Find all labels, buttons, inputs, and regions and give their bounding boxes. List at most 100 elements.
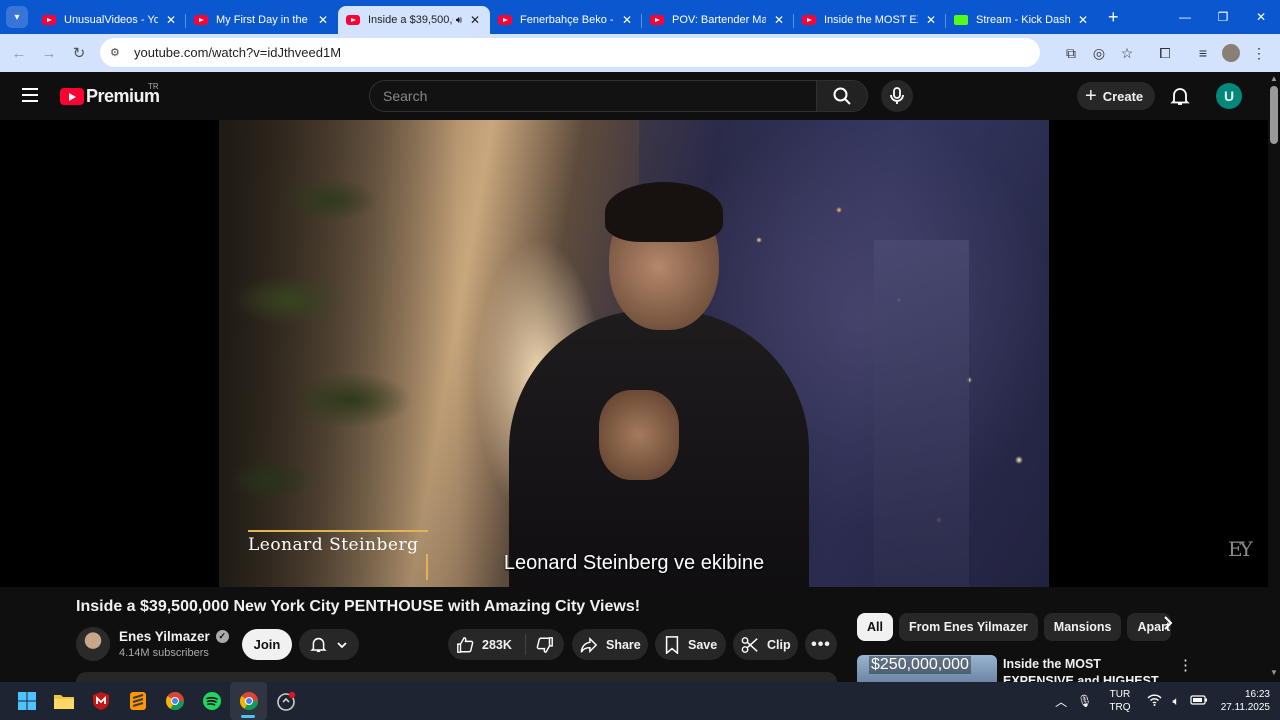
close-icon[interactable]: ✕ <box>1076 13 1090 27</box>
channel-avatar[interactable] <box>76 627 110 661</box>
file-explorer-icon[interactable] <box>45 682 82 720</box>
search-input[interactable] <box>370 81 816 111</box>
reload-icon[interactable]: ↻ <box>64 44 94 62</box>
recommended-title[interactable]: Inside the MOST EXPENSIVE and HIGHEST Pe… <box>1003 656 1163 682</box>
scroll-up-icon[interactable]: ▲ <box>1270 74 1278 83</box>
restore-icon[interactable]: ❐ <box>1204 0 1242 34</box>
chevron-right-icon[interactable] <box>1163 616 1173 635</box>
system-tray: ︿ 🎙︎ TUR TRQ 🔈︎ 16:23 27.11.2025 <box>1050 682 1270 720</box>
close-window-icon[interactable]: ✕ <box>1242 0 1280 34</box>
spotify-icon[interactable] <box>193 682 230 720</box>
youtube-icon <box>650 15 664 25</box>
channel-watermark[interactable]: EY <box>1228 537 1253 561</box>
search-button[interactable] <box>816 80 868 112</box>
browser-tab-active[interactable]: Inside a $39,500,0 🔊︎ ✕ <box>338 6 490 34</box>
clock[interactable]: 16:23 27.11.2025 <box>1221 688 1270 714</box>
page-scrollbar[interactable]: ▲ ▼ <box>1268 72 1280 682</box>
browser-tab-strip: ▾ UnusualVideos - You ✕ My First Day in … <box>0 0 1280 34</box>
more-actions-icon[interactable]: ••• <box>805 629 837 660</box>
skyscraper <box>874 240 969 587</box>
scrollbar-thumb[interactable] <box>1270 86 1278 144</box>
minimize-icon[interactable]: — <box>1166 0 1204 34</box>
share-button[interactable]: Share <box>572 629 648 660</box>
close-icon[interactable]: ✕ <box>924 13 938 27</box>
related-filter-chips: All From Enes Yilmazer Mansions Apartmen… <box>857 613 1177 641</box>
chrome-active-icon[interactable] <box>230 682 267 720</box>
tab-title: Inside the MOST EXP <box>824 14 918 26</box>
eye-off-icon[interactable]: ◎ <box>1086 40 1112 66</box>
tab-title: Fenerbahçe Beko - V <box>520 14 614 26</box>
media-control-icon[interactable]: ≡ <box>1190 40 1216 66</box>
wifi-icon[interactable] <box>1147 694 1162 709</box>
create-label: Create <box>1102 88 1144 104</box>
like-button[interactable]: 283K <box>448 634 526 655</box>
close-icon[interactable]: ✕ <box>164 13 178 27</box>
subscribed-notifications-button[interactable] <box>299 629 359 660</box>
close-icon[interactable]: ✕ <box>468 13 482 27</box>
video-frame[interactable]: Leonard Steinberg Leonard Steinberg ve e… <box>219 120 1049 587</box>
close-icon[interactable]: ✕ <box>316 13 330 27</box>
close-icon[interactable]: ✕ <box>620 13 634 27</box>
clip-button[interactable]: Clip <box>733 629 798 660</box>
browser-tab[interactable]: UnusualVideos - You ✕ <box>34 6 186 34</box>
battery-icon[interactable] <box>1190 694 1208 708</box>
chip-all[interactable]: All <box>857 613 893 641</box>
description-box[interactable] <box>76 672 837 682</box>
window-controls: — ❐ ✕ <box>1166 0 1280 34</box>
voice-search-button[interactable] <box>881 80 913 112</box>
back-icon[interactable]: ← <box>4 45 34 62</box>
app-icon[interactable] <box>267 682 304 720</box>
chrome-icon[interactable] <box>156 682 193 720</box>
tab-search-button[interactable]: ▾ <box>6 6 28 28</box>
profile-avatar[interactable] <box>1218 40 1244 66</box>
browser-tab[interactable]: POV: Bartender Maki ✕ <box>642 6 794 34</box>
volume-icon[interactable]: 🔈︎ <box>1172 694 1179 709</box>
start-button[interactable] <box>8 682 45 720</box>
notifications-bell-icon[interactable] <box>1170 86 1190 111</box>
browser-tab[interactable]: Inside the MOST EXP ✕ <box>794 6 946 34</box>
user-avatar[interactable]: U <box>1216 83 1242 109</box>
scissors-icon <box>741 636 758 653</box>
sublime-text-icon[interactable] <box>119 682 156 720</box>
address-bar[interactable]: ⚙︎ youtube.com/watch?v=idJthveed1M <box>100 38 1040 67</box>
chip-mansions[interactable]: Mansions <box>1043 613 1122 641</box>
recommended-thumbnail[interactable]: $250,000,000 <box>857 655 997 682</box>
tab-title: POV: Bartender Maki <box>672 14 766 26</box>
search-box <box>369 80 816 112</box>
language-indicator[interactable]: TUR TRQ <box>1109 688 1130 714</box>
windows-taskbar: ︿ 🎙︎ TUR TRQ 🔈︎ 16:23 27.11.2025 <box>0 682 1280 720</box>
hamburger-menu-icon[interactable] <box>22 88 38 106</box>
youtube-logo[interactable]: Premium TR <box>60 82 160 107</box>
dislike-button[interactable] <box>526 636 564 654</box>
forward-icon[interactable]: → <box>34 45 64 62</box>
youtube-icon <box>42 15 56 25</box>
close-icon[interactable]: ✕ <box>772 13 786 27</box>
chevron-up-icon[interactable]: ︿ <box>1055 693 1067 710</box>
bookmark-icon <box>665 635 679 654</box>
clock-time: 16:23 <box>1244 689 1270 700</box>
save-button[interactable]: Save <box>655 629 726 660</box>
url-text: youtube.com/watch?v=idJthveed1M <box>134 45 342 60</box>
menu-dots-icon[interactable]: ⋮ <box>1178 656 1193 674</box>
speaker-icon[interactable]: 🔊︎ <box>456 15 462 26</box>
browser-tab[interactable]: My First Day in the R ✕ <box>186 6 338 34</box>
scroll-down-icon[interactable]: ▼ <box>1270 668 1278 677</box>
chip-from-channel[interactable]: From Enes Yilmazer <box>898 613 1038 641</box>
extensions-icon[interactable]: ⧠ <box>1152 40 1178 66</box>
bookmark-star-icon[interactable]: ☆ <box>1114 40 1140 66</box>
video-player[interactable]: Leonard Steinberg Leonard Steinberg ve e… <box>0 120 1268 587</box>
youtube-play-icon <box>60 88 84 105</box>
new-tab-icon[interactable]: + <box>1108 7 1119 28</box>
channel-name[interactable]: Enes Yilmazer ✓ <box>119 629 229 644</box>
install-app-icon[interactable]: ⧉ <box>1058 40 1084 66</box>
microphone-icon <box>890 87 904 104</box>
browser-tab[interactable]: Stream - Kick Dashbo ✕ <box>946 6 1098 34</box>
clip-label: Clip <box>767 637 791 652</box>
menu-dots-icon[interactable]: ⋮ <box>1246 40 1272 66</box>
join-button[interactable]: Join <box>242 629 292 660</box>
site-info-icon[interactable]: ⚙︎ <box>110 46 124 60</box>
microphone-icon[interactable]: 🎙︎ <box>1077 694 1092 708</box>
mcafee-icon[interactable] <box>82 682 119 720</box>
browser-tab[interactable]: Fenerbahçe Beko - V ✕ <box>490 6 642 34</box>
create-button[interactable]: + Create <box>1077 82 1156 110</box>
